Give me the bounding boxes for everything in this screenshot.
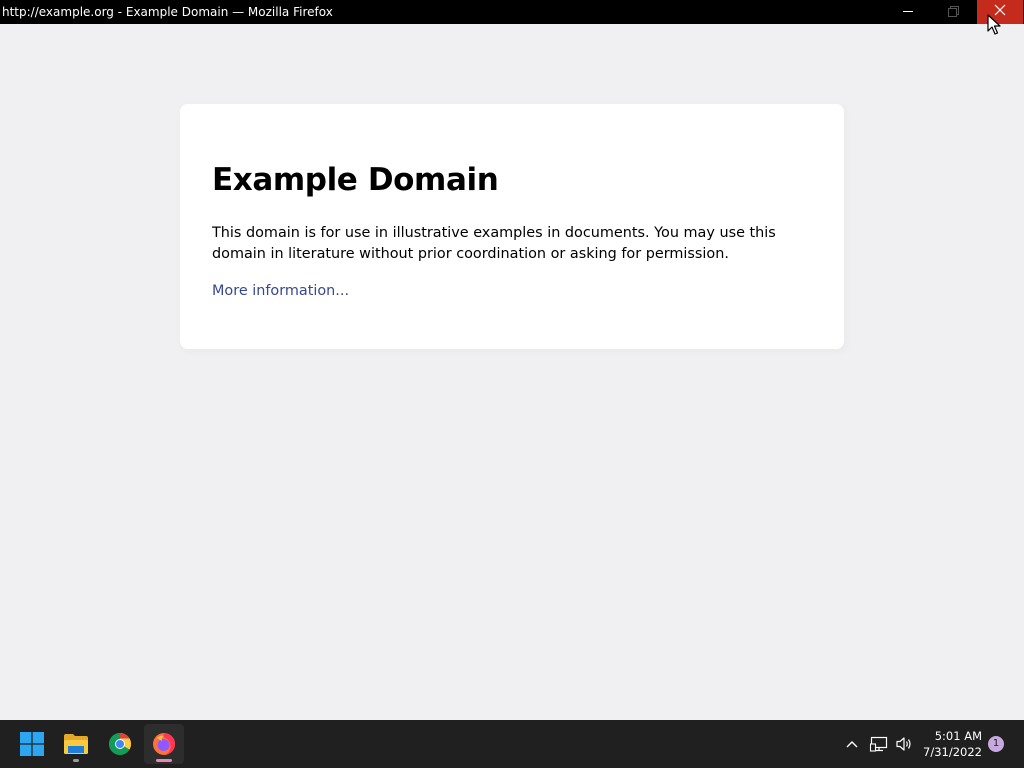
firefox-button[interactable] bbox=[144, 724, 184, 764]
system-clock[interactable]: 5:01 AM 7/31/2022 bbox=[918, 728, 982, 760]
active-indicator bbox=[156, 759, 172, 762]
maximize-icon bbox=[948, 6, 959, 17]
more-information-link[interactable]: More information... bbox=[212, 281, 349, 302]
minimize-icon bbox=[903, 11, 913, 12]
chrome-icon bbox=[109, 733, 131, 755]
firefox-icon bbox=[153, 733, 175, 755]
window-title: http://example.org - Example Domain — Mo… bbox=[2, 5, 333, 19]
window-titlebar[interactable]: http://example.org - Example Domain — Mo… bbox=[0, 0, 1024, 24]
maximize-button[interactable] bbox=[931, 0, 977, 24]
volume-icon[interactable] bbox=[894, 734, 914, 754]
content-card: Example Domain This domain is for use in… bbox=[180, 104, 844, 349]
taskbar: 5:01 AM 7/31/2022 bbox=[0, 720, 1024, 768]
start-button[interactable] bbox=[12, 724, 52, 764]
minimize-button[interactable] bbox=[885, 0, 931, 24]
chrome-button[interactable] bbox=[100, 724, 140, 764]
windows-logo-icon bbox=[20, 732, 44, 756]
page-heading: Example Domain bbox=[212, 162, 499, 198]
page-description: This domain is for use in illustrative e… bbox=[212, 225, 776, 262]
file-explorer-button[interactable] bbox=[56, 724, 96, 764]
notification-badge[interactable]: 1 bbox=[988, 736, 1004, 752]
folder-icon bbox=[64, 734, 88, 754]
chevron-up-icon[interactable] bbox=[842, 734, 862, 754]
mouse-cursor-icon bbox=[987, 14, 1001, 35]
clock-time: 5:01 AM bbox=[934, 729, 982, 743]
clock-date: 7/31/2022 bbox=[923, 745, 982, 759]
network-icon[interactable] bbox=[869, 734, 889, 754]
running-indicator bbox=[73, 759, 79, 762]
